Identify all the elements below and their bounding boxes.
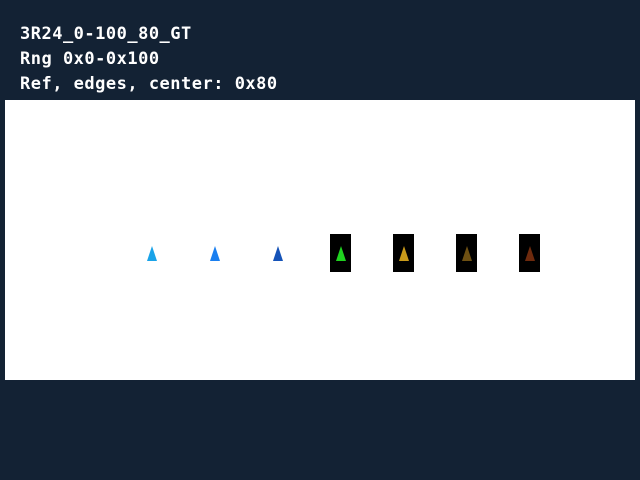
triangle-marker-icon	[146, 246, 157, 261]
marker-slot	[267, 234, 288, 272]
marker-slot	[141, 234, 162, 272]
triangle-marker-icon	[461, 246, 472, 261]
triangle-marker-icon	[524, 246, 535, 261]
test-screen: 3R24_0-100_80_GT Rng 0x0-0x100 Ref, edge…	[0, 0, 640, 480]
test-id-label: 3R24_0-100_80_GT	[20, 24, 192, 44]
triangle-marker-icon	[209, 246, 220, 261]
reference-label: Ref, edges, center: 0x80	[20, 74, 278, 94]
triangle-marker-icon	[335, 246, 346, 261]
marker-slot	[393, 234, 414, 272]
header-text-block: 3R24_0-100_80_GT Rng 0x0-0x100 Ref, edge…	[20, 22, 620, 97]
marker-slot	[204, 234, 225, 272]
pattern-panel	[5, 100, 635, 380]
marker-slot	[330, 234, 351, 272]
marker-slot	[456, 234, 477, 272]
marker-slot	[519, 234, 540, 272]
triangle-marker-icon	[272, 246, 283, 261]
triangle-marker-icon	[398, 246, 409, 261]
range-label: Rng 0x0-0x100	[20, 49, 160, 69]
